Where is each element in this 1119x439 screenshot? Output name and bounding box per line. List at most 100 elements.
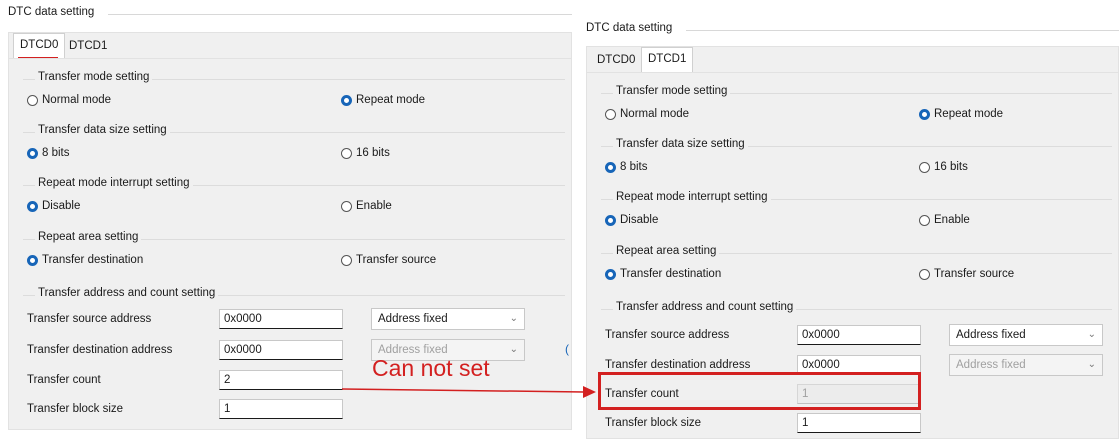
data-size-group: Transfer data size setting 8 bits 16 bit… bbox=[23, 124, 565, 169]
radio-transfer-source[interactable]: Transfer source bbox=[341, 254, 436, 266]
tab-dtcd1[interactable]: DTCD1 bbox=[641, 47, 694, 72]
group-title: Repeat mode interrupt setting bbox=[35, 177, 193, 189]
chevron-down-icon: ⌄ bbox=[509, 344, 518, 355]
radio-16-bits[interactable]: 16 bits bbox=[341, 147, 390, 159]
radio-label: Repeat mode bbox=[356, 94, 426, 106]
radio-transfer-source[interactable]: Transfer source bbox=[919, 268, 1014, 280]
chevron-down-icon: ⌄ bbox=[1087, 329, 1096, 340]
tab-dtcd1[interactable]: DTCD1 bbox=[63, 35, 113, 57]
block-size-label: Transfer block size bbox=[605, 417, 702, 429]
repeat-area-group: Repeat area setting Transfer destination… bbox=[23, 231, 565, 276]
radio-repeat-mode[interactable]: Repeat mode bbox=[919, 108, 1003, 120]
radio-enable[interactable]: Enable bbox=[919, 214, 970, 226]
radio-label: Normal mode bbox=[620, 108, 690, 120]
section-rule bbox=[686, 30, 1119, 31]
radio-label: Transfer destination bbox=[42, 254, 144, 266]
radio-repeat-mode[interactable]: Repeat mode bbox=[341, 94, 425, 106]
source-address-input[interactable]: 0x0000 bbox=[797, 325, 921, 345]
block-size-input[interactable]: 1 bbox=[797, 413, 921, 433]
interrupt-group: Repeat mode interrupt setting Disable En… bbox=[23, 177, 565, 222]
radio-label: Normal mode bbox=[42, 94, 112, 106]
radio-normal-mode[interactable]: Normal mode bbox=[27, 94, 111, 106]
radio-selected-icon bbox=[27, 254, 38, 266]
radio-icon bbox=[341, 200, 352, 212]
radio-label: Disable bbox=[42, 200, 81, 212]
highlight-box bbox=[598, 372, 921, 410]
group-title: Transfer data size setting bbox=[35, 124, 170, 136]
radio-label: Transfer destination bbox=[620, 268, 722, 280]
radio-label: 8 bits bbox=[620, 161, 648, 173]
block-size-input[interactable]: 1 bbox=[219, 399, 343, 419]
section-rule bbox=[108, 14, 572, 15]
interrupt-group: Repeat mode interrupt setting Disable En… bbox=[601, 191, 1112, 236]
data-size-group: Transfer data size setting 8 bits 16 bit… bbox=[601, 138, 1112, 183]
group-title: Transfer address and count setting bbox=[613, 301, 797, 313]
select-value: Address fixed bbox=[956, 359, 1026, 371]
source-address-mode-select[interactable]: Address fixed ⌄ bbox=[949, 324, 1103, 346]
group-title: Transfer mode setting bbox=[613, 85, 731, 97]
tab-dtcd0[interactable]: DTCD0 bbox=[13, 33, 66, 58]
radio-selected-icon bbox=[605, 161, 616, 173]
chevron-down-icon: ⌄ bbox=[1087, 359, 1096, 370]
radio-label: 8 bits bbox=[42, 147, 70, 159]
radio-transfer-destination[interactable]: Transfer destination bbox=[605, 268, 721, 280]
radio-8-bits[interactable]: 8 bits bbox=[605, 161, 648, 173]
radio-disable[interactable]: Disable bbox=[605, 214, 658, 226]
tab-bar: DTCD0 DTCD1 bbox=[586, 46, 1119, 73]
radio-icon bbox=[27, 94, 38, 106]
select-value: Address fixed bbox=[378, 313, 448, 325]
group-title: Repeat area setting bbox=[35, 231, 142, 243]
radio-label: Enable bbox=[356, 200, 392, 212]
radio-normal-mode[interactable]: Normal mode bbox=[605, 108, 689, 120]
radio-label: 16 bits bbox=[356, 147, 390, 159]
clipped-edge-icon: ( bbox=[565, 342, 569, 356]
radio-icon bbox=[341, 147, 352, 159]
radio-8-bits[interactable]: 8 bits bbox=[27, 147, 70, 159]
select-value: Address fixed bbox=[956, 329, 1026, 341]
destination-address-label: Transfer destination address bbox=[605, 359, 751, 371]
radio-selected-icon bbox=[919, 108, 930, 120]
source-address-label: Transfer source address bbox=[605, 329, 730, 341]
block-size-label: Transfer block size bbox=[27, 403, 124, 415]
radio-icon bbox=[919, 268, 930, 280]
radio-selected-icon bbox=[605, 214, 616, 226]
radio-selected-icon bbox=[27, 147, 38, 159]
radio-label: Transfer source bbox=[934, 268, 1015, 280]
radio-16-bits[interactable]: 16 bits bbox=[919, 161, 968, 173]
radio-selected-icon bbox=[341, 94, 352, 106]
chevron-down-icon: ⌄ bbox=[509, 313, 518, 324]
destination-address-label: Transfer destination address bbox=[27, 344, 173, 356]
can-not-set-annotation: Can not set bbox=[372, 355, 490, 381]
destination-address-mode-select: Address fixed ⌄ bbox=[949, 354, 1103, 376]
radio-enable[interactable]: Enable bbox=[341, 200, 392, 212]
transfer-mode-group: Transfer mode setting Normal mode Repeat… bbox=[23, 71, 565, 116]
group-title: Repeat area setting bbox=[613, 245, 720, 257]
radio-icon bbox=[919, 214, 930, 226]
transfer-count-label: Transfer count bbox=[27, 374, 101, 386]
source-address-mode-select[interactable]: Address fixed ⌄ bbox=[371, 308, 525, 330]
destination-address-input[interactable]: 0x0000 bbox=[219, 340, 343, 360]
radio-label: Transfer source bbox=[356, 254, 437, 266]
radio-label: Repeat mode bbox=[934, 108, 1004, 120]
transfer-count-input[interactable]: 2 bbox=[219, 370, 343, 390]
tab-dtcd0[interactable]: DTCD0 bbox=[591, 49, 641, 71]
radio-disable[interactable]: Disable bbox=[27, 200, 80, 212]
radio-label: Disable bbox=[620, 214, 659, 226]
radio-selected-icon bbox=[605, 268, 616, 280]
tab-bar: DTCD0 DTCD1 bbox=[8, 32, 572, 59]
group-title: Repeat mode interrupt setting bbox=[613, 191, 771, 203]
repeat-area-group: Repeat area setting Transfer destination… bbox=[601, 245, 1112, 290]
radio-label: 16 bits bbox=[934, 161, 968, 173]
radio-icon bbox=[919, 161, 930, 173]
radio-icon bbox=[605, 108, 616, 120]
group-title: Transfer data size setting bbox=[613, 138, 748, 150]
radio-label: Enable bbox=[934, 214, 970, 226]
radio-transfer-destination[interactable]: Transfer destination bbox=[27, 254, 143, 266]
group-title: Transfer mode setting bbox=[35, 71, 153, 83]
transfer-mode-group: Transfer mode setting Normal mode Repeat… bbox=[601, 85, 1112, 130]
section-title: DTC data setting bbox=[586, 22, 673, 34]
group-title: Transfer address and count setting bbox=[35, 287, 219, 299]
source-address-input[interactable]: 0x0000 bbox=[219, 309, 343, 329]
radio-icon bbox=[341, 254, 352, 266]
source-address-label: Transfer source address bbox=[27, 313, 152, 325]
